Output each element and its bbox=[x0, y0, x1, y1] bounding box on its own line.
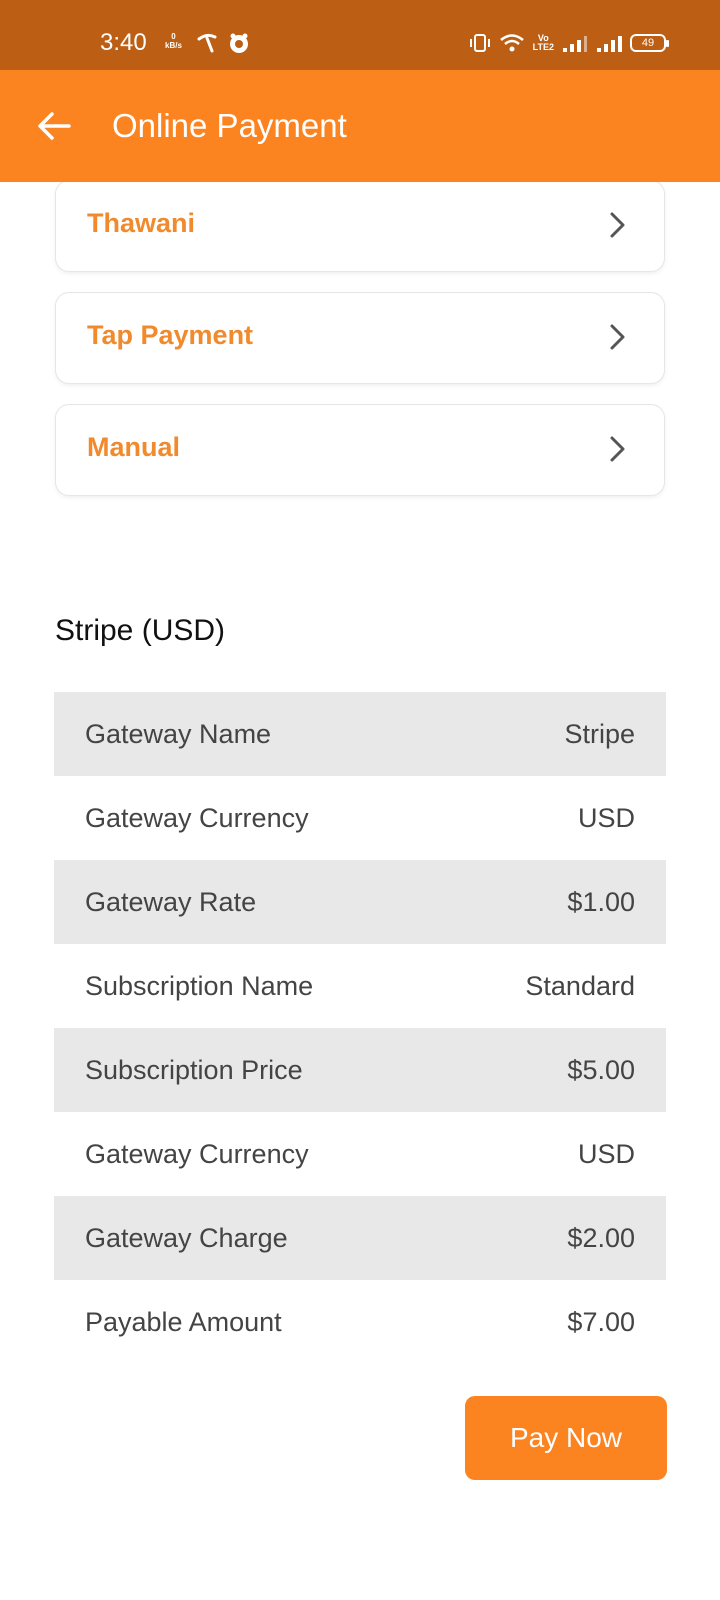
row-label: Payable Amount bbox=[85, 1306, 282, 1337]
volte-indicator: Vo LTE2 bbox=[533, 34, 554, 52]
payment-details-table: Gateway Name Stripe Gateway Currency USD… bbox=[54, 692, 666, 1364]
row-value: $2.00 bbox=[567, 1222, 635, 1253]
status-bar: 3:40 0 kB/s Vo LTE2 49 bbox=[0, 0, 720, 70]
signal-icon bbox=[563, 36, 587, 52]
row-label: Gateway Currency bbox=[85, 1138, 309, 1169]
row-label: Gateway Name bbox=[85, 718, 272, 749]
row-value: Stripe bbox=[564, 718, 635, 749]
row-label: Subscription Price bbox=[85, 1054, 303, 1085]
pay-now-button[interactable]: Pay Now bbox=[465, 1396, 667, 1480]
row-value: USD bbox=[577, 1138, 635, 1169]
table-row: Gateway Rate $1.00 bbox=[54, 860, 666, 944]
payment-method-thawani[interactable]: Thawani bbox=[55, 180, 665, 272]
battery-icon: 49 bbox=[630, 34, 669, 52]
arrow-left-icon bbox=[38, 112, 71, 140]
row-label: Gateway Charge bbox=[85, 1222, 288, 1253]
app-bar: Online Payment bbox=[0, 70, 720, 182]
carrier-icon bbox=[197, 33, 217, 53]
row-value: $5.00 bbox=[567, 1054, 635, 1085]
table-row: Gateway Currency USD bbox=[54, 776, 666, 860]
payment-method-label: Manual bbox=[87, 432, 181, 462]
row-label: Gateway Currency bbox=[85, 802, 309, 833]
payment-method-label: Tap Payment bbox=[87, 320, 254, 350]
system-icons: Vo LTE2 49 bbox=[469, 33, 669, 53]
row-value: $7.00 bbox=[567, 1306, 635, 1337]
back-button[interactable] bbox=[34, 106, 74, 146]
table-row: Subscription Name Standard bbox=[54, 944, 666, 1028]
row-label: Gateway Rate bbox=[85, 886, 257, 917]
table-row: Gateway Charge $2.00 bbox=[54, 1196, 666, 1280]
notification-icons bbox=[196, 32, 250, 54]
chevron-right-icon bbox=[610, 324, 625, 350]
volte-bottom: LTE2 bbox=[532, 42, 554, 52]
payment-method-tap-payment[interactable]: Tap Payment bbox=[55, 292, 665, 384]
row-label: Subscription Name bbox=[85, 970, 314, 1001]
status-time: 3:40 bbox=[100, 29, 147, 56]
net-speed: 0 kB/s bbox=[165, 32, 182, 50]
vibrate-icon bbox=[469, 34, 490, 52]
net-speed-value: 0 bbox=[171, 32, 176, 41]
payment-method-manual[interactable]: Manual bbox=[55, 404, 665, 496]
page-title: Online Payment bbox=[112, 107, 347, 144]
row-value: $1.00 bbox=[567, 886, 635, 917]
app-notification-icon bbox=[230, 33, 248, 53]
table-row: Gateway Name Stripe bbox=[54, 692, 666, 776]
payment-method-label: Thawani bbox=[87, 208, 196, 238]
table-row: Gateway Currency USD bbox=[54, 1112, 666, 1196]
signal-icon-2 bbox=[597, 36, 622, 52]
wifi-icon bbox=[499, 34, 524, 52]
row-value: USD bbox=[577, 802, 635, 833]
chevron-right-icon bbox=[610, 436, 625, 462]
gateway-section-title: Stripe (USD) bbox=[55, 614, 226, 647]
table-row: Subscription Price $5.00 bbox=[54, 1028, 666, 1112]
net-speed-unit: kB/s bbox=[165, 41, 182, 50]
table-row: Payable Amount $7.00 bbox=[54, 1280, 666, 1364]
chevron-right-icon bbox=[610, 212, 625, 238]
row-value: Standard bbox=[525, 970, 635, 1001]
